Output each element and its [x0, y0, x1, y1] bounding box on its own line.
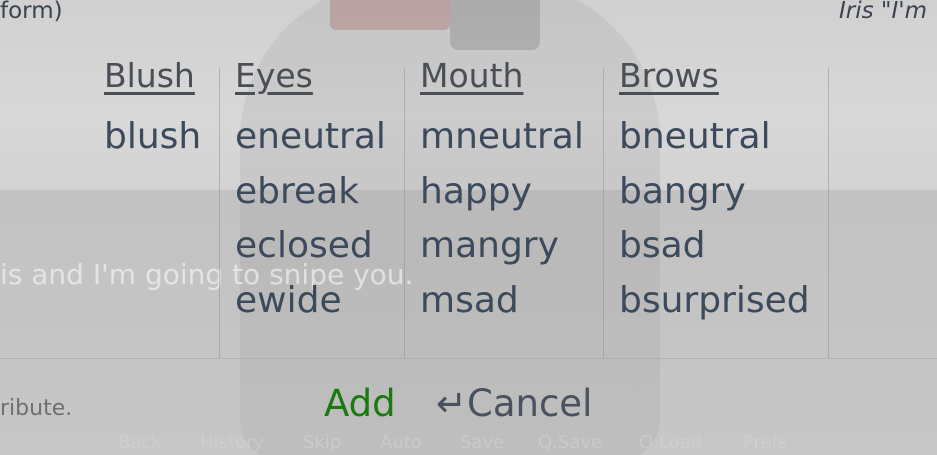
column-divider: [603, 68, 604, 358]
option-eclosed[interactable]: eclosed: [235, 219, 386, 274]
option-msad[interactable]: msad: [420, 274, 584, 329]
quick-menu-auto[interactable]: Auto: [380, 432, 422, 453]
option-happy[interactable]: happy: [420, 165, 584, 220]
attribute-picker: Blush blush Eyes eneutral ebreak eclosed…: [0, 0, 937, 455]
panel-divider: [0, 358, 937, 359]
add-button[interactable]: Add: [324, 381, 396, 427]
quick-menu: Back History Skip Auto Save Q.Save Q.Loa…: [0, 432, 937, 454]
column-mouth: Mouth mneutral happy mangry msad: [420, 56, 584, 328]
quick-menu-qload[interactable]: Q.Load: [639, 432, 702, 453]
column-eyes: Eyes eneutral ebreak eclosed ewide: [235, 56, 386, 328]
quick-menu-prefs[interactable]: Prefs: [743, 432, 787, 453]
option-bangry[interactable]: bangry: [619, 165, 810, 220]
column-divider: [219, 68, 220, 358]
column-heading-blush: Blush: [104, 56, 195, 95]
option-bneutral[interactable]: bneutral: [619, 110, 810, 165]
option-ebreak[interactable]: ebreak: [235, 165, 386, 220]
column-heading-brows: Brows: [619, 56, 719, 95]
option-eneutral[interactable]: eneutral: [235, 110, 386, 165]
option-mneutral[interactable]: mneutral: [420, 110, 584, 165]
option-blush[interactable]: blush: [104, 110, 201, 165]
quick-menu-history[interactable]: History: [200, 432, 264, 453]
quick-menu-back[interactable]: Back: [118, 432, 162, 453]
column-divider: [828, 68, 829, 358]
column-blush: Blush blush: [104, 56, 201, 165]
column-heading-mouth: Mouth: [420, 56, 524, 95]
option-ewide[interactable]: ewide: [235, 274, 386, 329]
option-bsad[interactable]: bsad: [619, 219, 810, 274]
cancel-button[interactable]: ↵Cancel: [436, 381, 592, 427]
option-mangry[interactable]: mangry: [420, 219, 584, 274]
column-divider: [404, 68, 405, 358]
option-bsurprised[interactable]: bsurprised: [619, 274, 810, 329]
column-heading-eyes: Eyes: [235, 56, 313, 95]
column-brows: Brows bneutral bangry bsad bsurprised: [619, 56, 810, 328]
quick-menu-save[interactable]: Save: [460, 432, 504, 453]
quick-menu-qsave[interactable]: Q.Save: [538, 432, 602, 453]
quick-menu-skip[interactable]: Skip: [303, 432, 341, 453]
